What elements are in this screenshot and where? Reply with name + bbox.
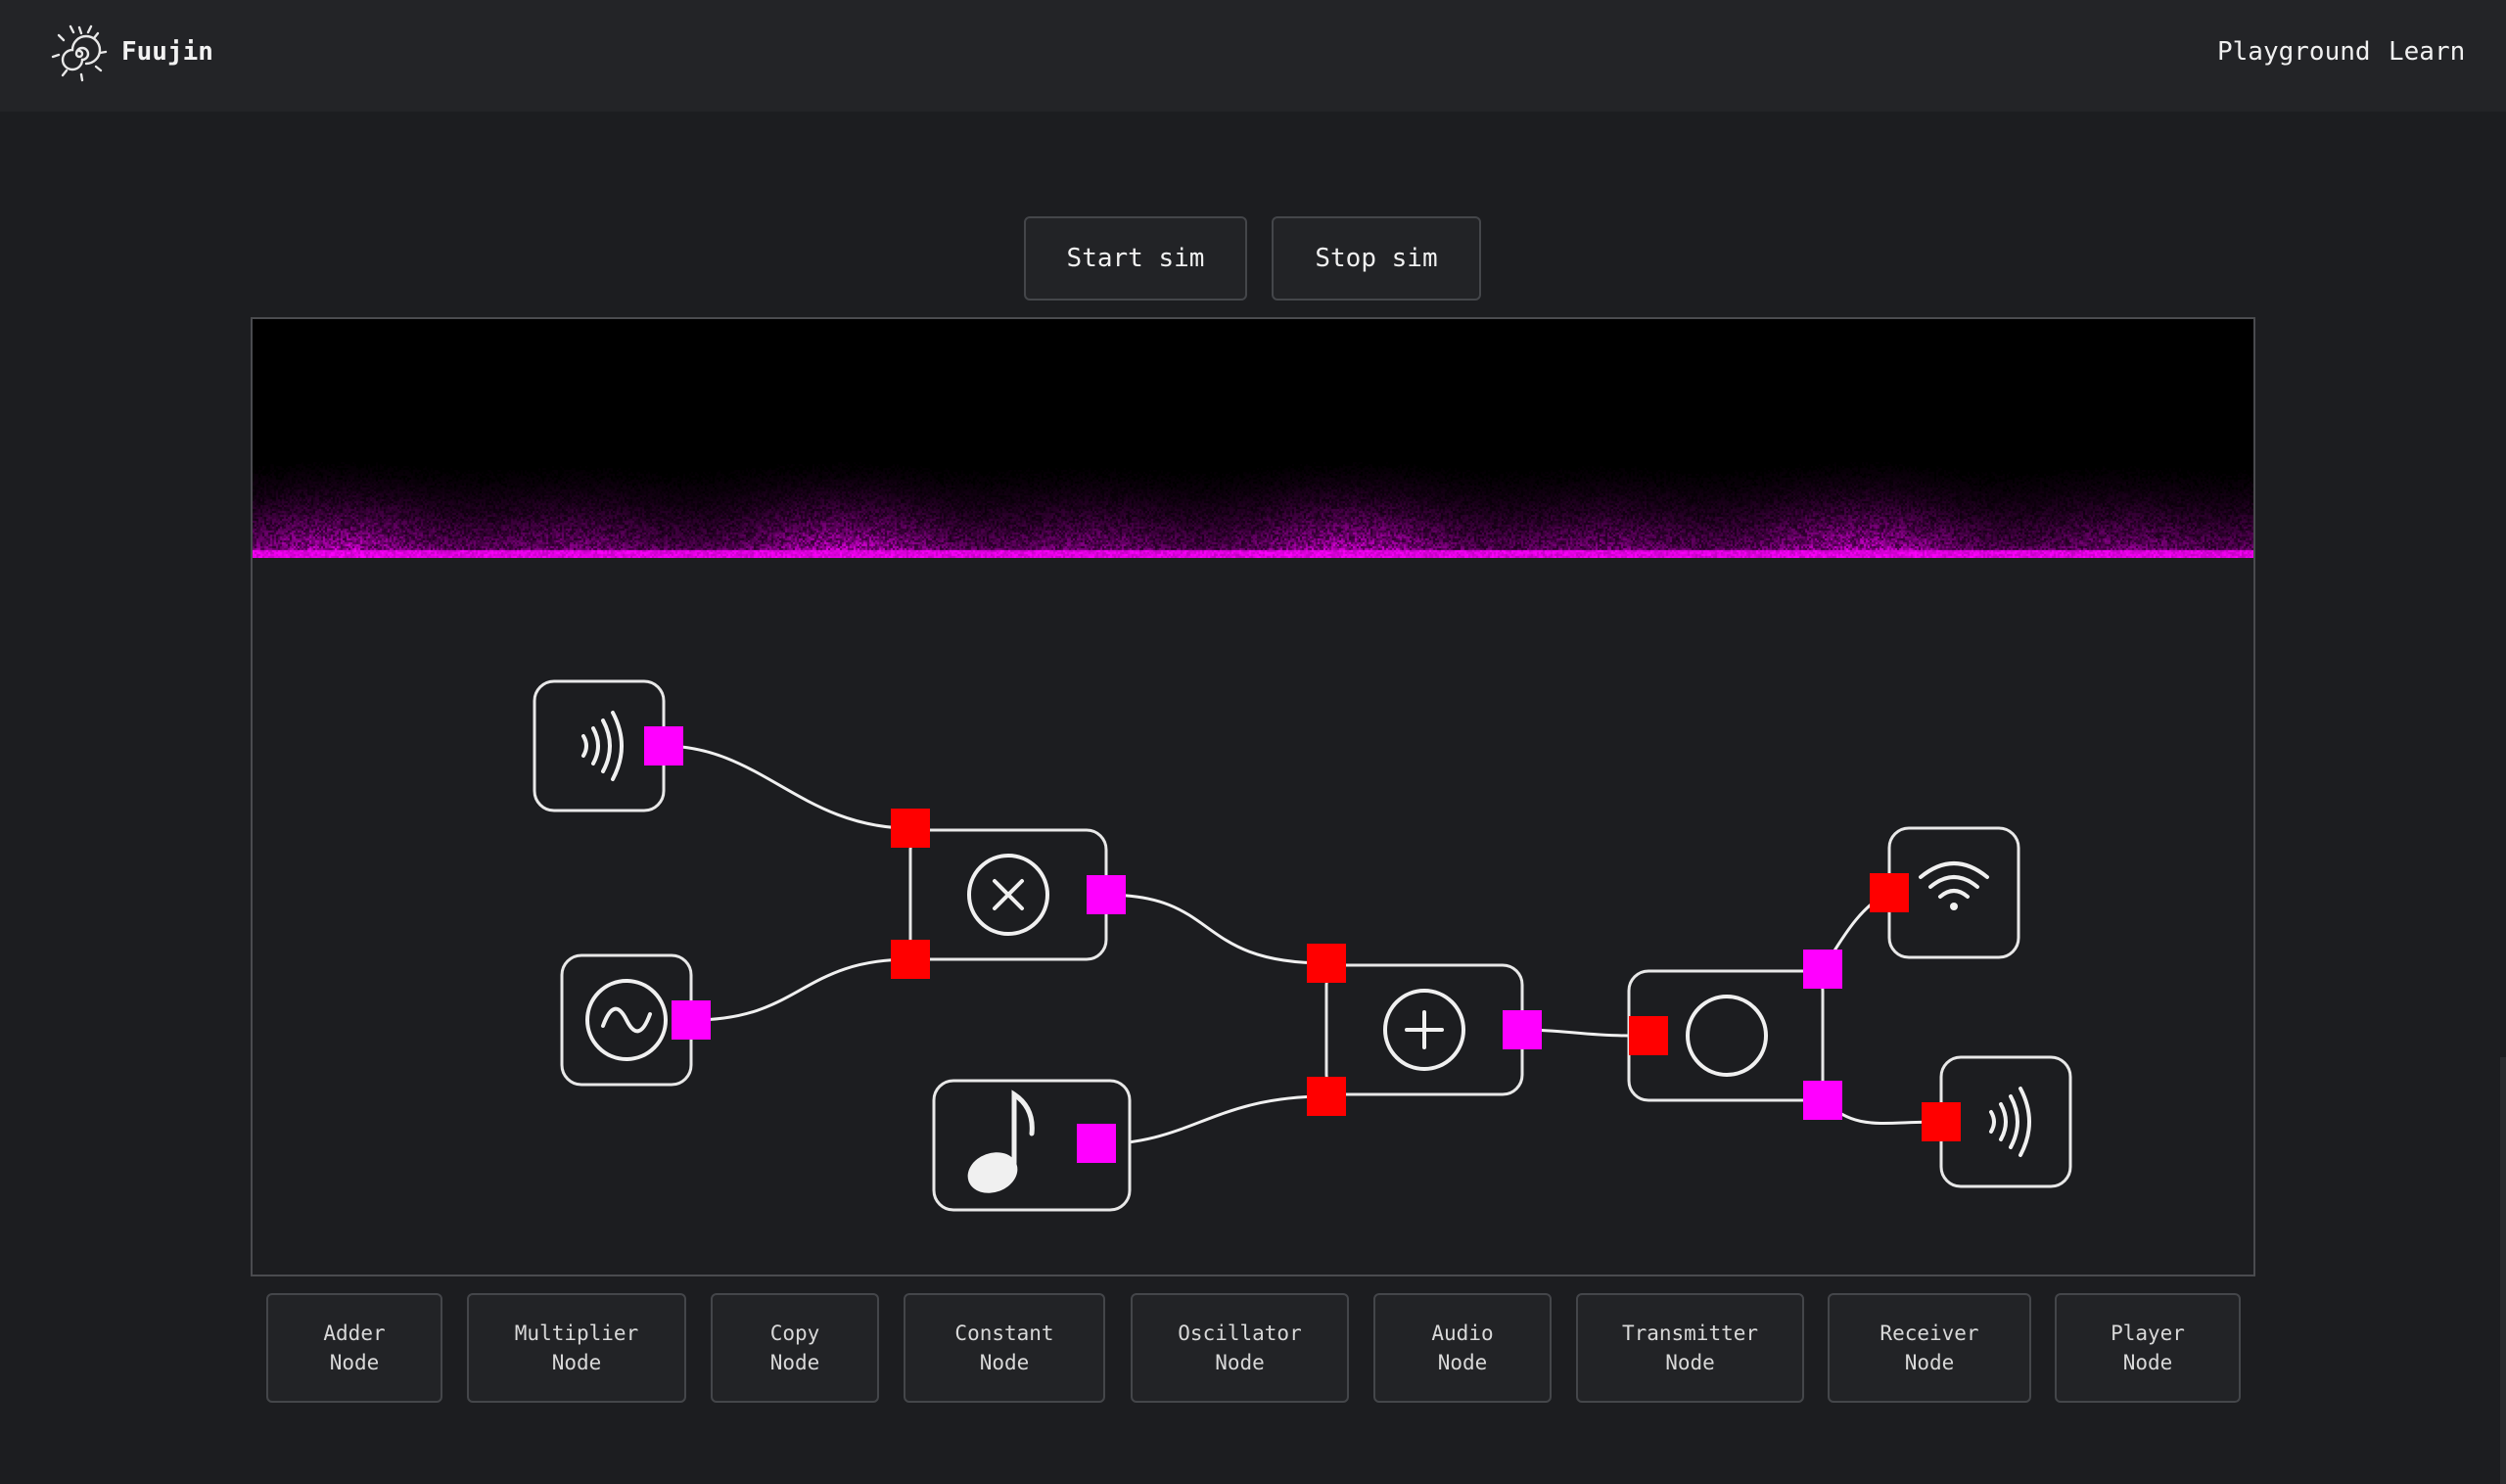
nav-playground[interactable]: Playground	[2217, 37, 2371, 67]
output-port[interactable]	[644, 726, 683, 765]
button-label-line1: Copy	[769, 1322, 820, 1345]
nav-learn[interactable]: Learn	[2389, 37, 2465, 67]
button-label-line1: Player	[2111, 1322, 2185, 1345]
wire-oscillator-to-multiplier	[692, 957, 911, 1022]
output-port[interactable]	[1503, 1010, 1542, 1049]
player-node[interactable]	[1922, 1055, 2072, 1188]
wire-multiplier-to-adder	[1105, 893, 1327, 965]
input-port[interactable]	[891, 940, 930, 979]
constant-node[interactable]	[932, 1079, 1132, 1212]
output-port[interactable]	[672, 1000, 711, 1040]
output-port[interactable]	[1077, 1124, 1116, 1163]
multiplier-node-button[interactable]: Multiplier Node	[467, 1293, 686, 1403]
top-bar: Fuujin Playground Learn	[0, 0, 2506, 112]
graph-canvas[interactable]	[251, 317, 2255, 1276]
stop-sim-button[interactable]: Stop sim	[1272, 216, 1481, 301]
page-scrollbar[interactable]	[2500, 1057, 2506, 1484]
button-label-line1: Oscillator	[1178, 1322, 1302, 1345]
button-label-line2: Node	[769, 1351, 820, 1374]
multiplier-node[interactable]	[891, 809, 1126, 979]
audio-node-button[interactable]: Audio Node	[1373, 1293, 1552, 1403]
copy-node[interactable]	[1627, 950, 1842, 1120]
input-port[interactable]	[1307, 944, 1346, 983]
button-label-line1: Transmitter	[1621, 1322, 1759, 1345]
spiral-sun-logo-icon[interactable]	[47, 22, 112, 86]
oscillator-node[interactable]	[560, 953, 711, 1087]
output-port[interactable]	[1087, 875, 1126, 914]
button-label-line2: Node	[551, 1351, 602, 1374]
input-port[interactable]	[1629, 1016, 1668, 1055]
adder-node-button[interactable]: Adder Node	[266, 1293, 442, 1403]
audio-node[interactable]	[533, 679, 683, 812]
input-port[interactable]	[1922, 1102, 1961, 1141]
brand-name[interactable]: Fuujin	[121, 37, 213, 67]
button-label-line1: Constant	[954, 1322, 1054, 1345]
button-label-line1: Adder	[323, 1322, 386, 1345]
receiver-node-button[interactable]: Receiver Node	[1828, 1293, 2031, 1403]
input-port[interactable]	[1870, 873, 1909, 912]
player-node-button[interactable]: Player Node	[2055, 1293, 2241, 1403]
button-label-line1: Receiver	[1880, 1322, 1979, 1345]
start-sim-button[interactable]: Start sim	[1024, 216, 1247, 301]
button-label-line2: Node	[1904, 1351, 1955, 1374]
button-label-line1: Audio	[1431, 1322, 1494, 1345]
node-graph[interactable]	[253, 319, 2253, 1275]
button-label-line2: Node	[1665, 1351, 1715, 1374]
input-port[interactable]	[1307, 1077, 1346, 1116]
button-label-line2: Node	[1215, 1351, 1265, 1374]
adder-node[interactable]	[1307, 944, 1542, 1116]
button-label-line2: Node	[2122, 1351, 2173, 1374]
output-port[interactable]	[1803, 1081, 1842, 1120]
transmitter-node-button[interactable]: Transmitter Node	[1576, 1293, 1804, 1403]
copy-node-button[interactable]: Copy Node	[711, 1293, 879, 1403]
button-label-line1: Multiplier	[514, 1322, 639, 1345]
button-label-line2: Node	[979, 1351, 1030, 1374]
button-label-line2: Node	[329, 1351, 380, 1374]
constant-node-button[interactable]: Constant Node	[904, 1293, 1105, 1403]
wire-audio-to-multiplier	[663, 744, 911, 830]
input-port[interactable]	[891, 809, 930, 848]
output-port[interactable]	[1803, 950, 1842, 989]
wifi-dot	[1950, 903, 1958, 910]
transmitter-node[interactable]	[1870, 826, 2020, 959]
button-label-line2: Node	[1437, 1351, 1488, 1374]
oscillator-node-button[interactable]: Oscillator Node	[1131, 1293, 1349, 1403]
